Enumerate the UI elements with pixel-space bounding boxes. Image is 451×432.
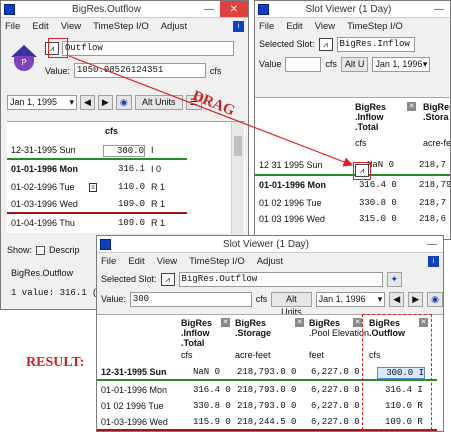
value-unit: cfs <box>255 294 268 304</box>
date-select[interactable]: Jan 1, 1996 ▾ <box>315 291 386 307</box>
column-header-unit: cfs <box>181 350 193 360</box>
menu-view[interactable]: View <box>157 256 177 267</box>
table-row-value[interactable]: 218,244.5 0 <box>237 417 296 427</box>
table-row-value[interactable]: 218,793.0 0 <box>237 367 296 377</box>
result-title-bar: Slot Viewer (1 Day) — <box>97 236 443 253</box>
result-window-title: Slot Viewer (1 Day) <box>223 238 309 250</box>
column-header-line: BigRes <box>235 318 267 328</box>
info-icon[interactable]: i <box>428 255 439 267</box>
column-header-line: BigRes <box>181 318 213 328</box>
column-header-unit: acre-feet <box>235 350 271 360</box>
table-row-value[interactable]: 316.4 0 <box>193 385 231 395</box>
table-row-date: 01-03-1996 Wed <box>101 417 168 427</box>
column-header-line: .Pool Elevation <box>309 328 370 338</box>
table-row-value[interactable]: 6,227.0 0 <box>311 417 360 427</box>
table-row-date: 12-31-1995 Sun <box>101 367 167 377</box>
column-header-line: BigRes <box>309 318 341 328</box>
result-annotation: RESULT: <box>26 355 85 370</box>
result-menu-bar: File Edit View TimeStep I/O Adjust i <box>97 253 443 269</box>
table-row-value[interactable]: 6,227.0 0 <box>311 385 360 395</box>
column-header-line: .Inflow <box>181 328 210 338</box>
selected-slot-label: Selected Slot: <box>101 274 157 284</box>
column-header-unit: feet <box>309 350 325 360</box>
table-row-value[interactable]: 330.8 0 <box>193 401 231 411</box>
selected-slot-field[interactable]: BigRes.Outflow <box>178 271 383 287</box>
app-icon <box>100 238 111 250</box>
alt-units-button[interactable]: Alt Units <box>271 291 312 317</box>
menu-edit[interactable]: Edit <box>128 256 144 267</box>
column-header-line: .Storage <box>235 328 272 338</box>
next-button[interactable]: ▶ <box>408 291 424 307</box>
slot-menu-button[interactable]: ✦ <box>386 271 403 287</box>
new-column-highlight <box>362 314 432 430</box>
value-label: Value: <box>101 294 126 304</box>
menu-file[interactable]: File <box>101 256 116 267</box>
table-row-value[interactable]: NaN 0 <box>193 367 220 377</box>
table-row-date: 01 02 1996 Tue <box>101 401 164 411</box>
chevron-down-icon: ▾ <box>377 293 383 304</box>
remove-column-icon[interactable]: ✕ <box>221 318 230 327</box>
remove-column-icon[interactable]: ✕ <box>353 318 362 327</box>
minimize-button[interactable]: — <box>421 239 443 250</box>
table-row-value[interactable]: 218,793.0 0 <box>237 385 296 395</box>
column-header-line: .Total <box>181 338 205 348</box>
menu-timestep[interactable]: TimeStep I/O <box>189 256 245 267</box>
table-row-value[interactable]: 6,227.0 0 <box>311 367 360 377</box>
table-row-value[interactable]: 218,793.0 0 <box>237 401 296 411</box>
remove-column-icon[interactable]: ✕ <box>295 318 304 327</box>
menu-adjust[interactable]: Adjust <box>257 256 283 267</box>
prev-button[interactable]: ◀ <box>389 291 405 307</box>
table-row-value[interactable]: 6,227.0 0 <box>311 401 360 411</box>
table-row-value[interactable]: 115.9 0 <box>193 417 231 427</box>
value-field[interactable]: 300 <box>129 291 252 307</box>
globe-icon[interactable]: ◉ <box>427 291 443 307</box>
table-row-date: 01-01-1996 Mon <box>101 385 168 395</box>
slot-drag-icon[interactable]: ⩘ <box>160 272 175 286</box>
